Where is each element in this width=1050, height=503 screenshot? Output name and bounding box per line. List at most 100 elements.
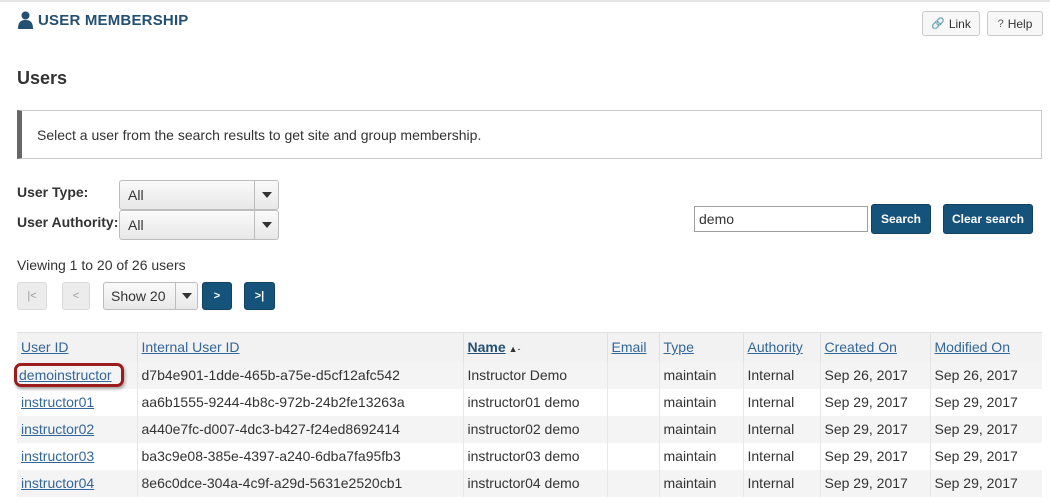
column-header-email: Email xyxy=(606,332,659,362)
chevron-down-icon xyxy=(254,181,278,209)
user-id-link[interactable]: demoinstructor xyxy=(19,367,112,383)
created-on-cell: Sep 29, 2017 xyxy=(819,469,930,497)
authority-cell: Internal xyxy=(742,361,820,389)
help-button[interactable]: ? Help xyxy=(987,11,1043,36)
internal-user-id-cell: 8e6c0dce-304a-4c9f-a29d-5631e2520cb1 xyxy=(136,469,463,497)
internal-user-id-cell: d7b4e901-1dde-465b-a75e-d5cf12afc542 xyxy=(136,361,463,389)
type-cell: maintain xyxy=(658,415,743,443)
user-authority-label: User Authority: xyxy=(17,214,119,230)
search-button[interactable]: Search xyxy=(871,204,931,234)
name-cell: instructor02 demo xyxy=(462,415,607,443)
internal-user-id-cell: a440e7fc-d007-4dc3-b427-f24ed8692414 xyxy=(136,415,463,443)
column-header-user-id: User ID xyxy=(17,332,137,362)
user-type-value: All xyxy=(128,187,144,203)
sort-type-link[interactable]: Type xyxy=(664,339,694,355)
internal-user-id-cell: ba3c9e08-385e-4397-a240-6dba7fa95fb3 xyxy=(136,442,463,470)
modified-on-cell: Sep 26, 2017 xyxy=(929,361,1042,389)
user-id-link[interactable]: instructor02 xyxy=(21,421,94,437)
name-cell: instructor04 demo xyxy=(462,469,607,497)
internal-user-id-cell: aa6b1555-9244-4b8c-972b-24b2fe13263a xyxy=(136,388,463,416)
email-cell xyxy=(606,415,659,443)
name-cell: instructor03 demo xyxy=(462,442,607,470)
created-on-cell: Sep 29, 2017 xyxy=(819,415,930,443)
chevron-down-icon xyxy=(254,211,278,239)
column-header-type: Type xyxy=(658,332,743,362)
authority-cell: Internal xyxy=(742,442,820,470)
page-size-select[interactable]: Show 20 xyxy=(103,282,198,310)
created-on-cell: Sep 29, 2017 xyxy=(819,442,930,470)
sort-name-link[interactable]: Name xyxy=(468,339,506,355)
sort-internal-user-id-link[interactable]: Internal User ID xyxy=(142,339,240,355)
first-page-button[interactable]: |< xyxy=(17,282,47,310)
instruction-box: Select a user from the search results to… xyxy=(17,110,1042,159)
top-border xyxy=(0,0,1050,2)
authority-cell: Internal xyxy=(742,469,820,497)
clear-search-button[interactable]: Clear search xyxy=(943,204,1033,234)
table-row: instructor03 ba3c9e08-385e-4397-a240-6db… xyxy=(17,442,1042,470)
modified-on-cell: Sep 29, 2017 xyxy=(929,415,1042,443)
table-row: instructor01 aa6b1555-9244-4b8c-972b-24b… xyxy=(17,388,1042,416)
search-input[interactable] xyxy=(694,206,868,232)
tool-title-label: USER MEMBERSHIP xyxy=(38,11,189,29)
user-icon xyxy=(18,11,33,29)
instruction-text: Select a user from the search results to… xyxy=(37,126,482,143)
sort-ascending-icon: ▲‑ xyxy=(508,344,521,355)
sort-email-link[interactable]: Email xyxy=(612,339,647,355)
page-size-value: Show 20 xyxy=(111,288,166,304)
email-cell xyxy=(606,388,659,416)
name-cell: instructor01 demo xyxy=(462,388,607,416)
viewing-count: Viewing 1 to 20 of 26 users xyxy=(17,257,186,273)
user-type-select[interactable]: All xyxy=(119,180,279,210)
help-button-label: Help xyxy=(1007,16,1033,31)
user-id-cell: instructor03 xyxy=(17,442,137,470)
link-button[interactable]: 🔗 Link xyxy=(922,11,980,36)
link-button-label: Link xyxy=(948,16,971,31)
chevron-down-icon xyxy=(175,283,197,309)
link-icon: 🔗 xyxy=(931,18,945,30)
prev-page-button[interactable]: < xyxy=(62,282,90,310)
column-header-internal-user-id: Internal User ID xyxy=(136,332,463,362)
table-header-row: User ID Internal User ID Name ▲‑ Email Ty… xyxy=(17,332,1042,362)
email-cell xyxy=(606,469,659,497)
column-header-created-on: Created On xyxy=(819,332,930,362)
tool-title: USER MEMBERSHIP xyxy=(18,11,189,29)
created-on-cell: Sep 29, 2017 xyxy=(819,388,930,416)
user-id-cell: instructor04 xyxy=(17,469,137,497)
users-table: User ID Internal User ID Name ▲‑ Email Ty… xyxy=(14,332,1042,497)
user-authority-value: All xyxy=(128,217,144,233)
page-title: Users xyxy=(17,68,68,88)
user-id-cell: instructor02 xyxy=(17,415,137,443)
highlight-box: demoinstructor xyxy=(14,363,124,387)
table-row: instructor04 8e6c0dce-304a-4c9f-a29d-563… xyxy=(17,469,1042,497)
user-id-link[interactable]: instructor04 xyxy=(21,475,94,491)
modified-on-cell: Sep 29, 2017 xyxy=(929,388,1042,416)
last-page-button[interactable]: >| xyxy=(244,282,275,310)
name-cell: Instructor Demo xyxy=(462,361,607,389)
user-id-cell: demoinstructor xyxy=(14,361,137,389)
email-cell xyxy=(606,442,659,470)
sort-user-id-link[interactable]: User ID xyxy=(21,339,68,355)
sort-modified-on-link[interactable]: Modified On xyxy=(935,339,1010,355)
table-row: instructor02 a440e7fc-d007-4dc3-b427-f24… xyxy=(17,415,1042,443)
authority-cell: Internal xyxy=(742,415,820,443)
user-id-link[interactable]: instructor01 xyxy=(21,394,94,410)
help-icon: ? xyxy=(997,17,1004,30)
user-id-cell: instructor01 xyxy=(17,388,137,416)
type-cell: maintain xyxy=(658,361,743,389)
type-cell: maintain xyxy=(658,388,743,416)
sort-created-on-link[interactable]: Created On xyxy=(825,339,897,355)
created-on-cell: Sep 26, 2017 xyxy=(819,361,930,389)
type-cell: maintain xyxy=(658,442,743,470)
table-row: demoinstructor d7b4e901-1dde-465b-a75e-d… xyxy=(14,361,1042,389)
email-cell xyxy=(606,361,659,389)
type-cell: maintain xyxy=(658,469,743,497)
modified-on-cell: Sep 29, 2017 xyxy=(929,469,1042,497)
column-header-authority: Authority xyxy=(742,332,820,362)
user-authority-select[interactable]: All xyxy=(119,210,279,240)
column-header-name: Name ▲‑ xyxy=(462,332,607,362)
sort-authority-link[interactable]: Authority xyxy=(748,339,803,355)
authority-cell: Internal xyxy=(742,388,820,416)
user-id-link[interactable]: instructor03 xyxy=(21,448,94,464)
column-header-modified-on: Modified On xyxy=(929,332,1042,362)
next-page-button[interactable]: > xyxy=(202,282,232,310)
